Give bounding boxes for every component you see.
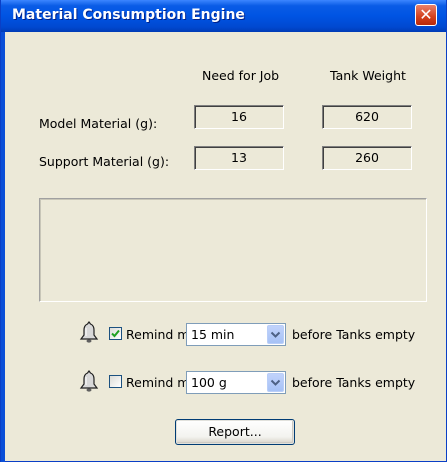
chevron-down-icon[interactable]: [267, 373, 284, 392]
remind-weight-checkbox[interactable]: [109, 375, 122, 388]
report-button[interactable]: Report...: [175, 419, 295, 445]
remind-time-select[interactable]: 15 min: [186, 323, 286, 346]
chevron-down-icon[interactable]: [267, 325, 284, 344]
bell-icon: [77, 369, 101, 393]
remind-weight-suffix: before Tanks empty: [292, 375, 416, 390]
remind-time-value: 15 min: [191, 327, 235, 342]
close-icon: ✕: [419, 5, 433, 24]
close-button[interactable]: ✕: [415, 4, 437, 26]
window-left-border: [1, 32, 5, 462]
need-for-job-header: Need for Job: [202, 68, 280, 83]
window-title: Material Consumption Engine: [12, 7, 245, 23]
remind-weight-value: 100 g: [191, 375, 227, 390]
remind-time-checkbox[interactable]: [109, 327, 122, 340]
remind-time-suffix: before Tanks empty: [292, 327, 416, 342]
dialog-window: Material Consumption Engine ✕ Need for J…: [0, 0, 447, 462]
model-need-value: 16: [194, 105, 284, 129]
message-area: [39, 198, 427, 302]
remind-weight-select[interactable]: 100 g: [186, 371, 286, 394]
support-need-value: 13: [194, 146, 284, 170]
support-tank-value: 260: [322, 146, 412, 170]
title-bar[interactable]: Material Consumption Engine ✕: [1, 0, 446, 32]
tank-weight-header: Tank Weight: [330, 68, 406, 83]
model-material-label: Model Material (g):: [39, 116, 158, 131]
support-material-label: Support Material (g):: [39, 154, 170, 169]
bell-icon: [77, 320, 101, 344]
model-tank-value: 620: [322, 105, 412, 129]
